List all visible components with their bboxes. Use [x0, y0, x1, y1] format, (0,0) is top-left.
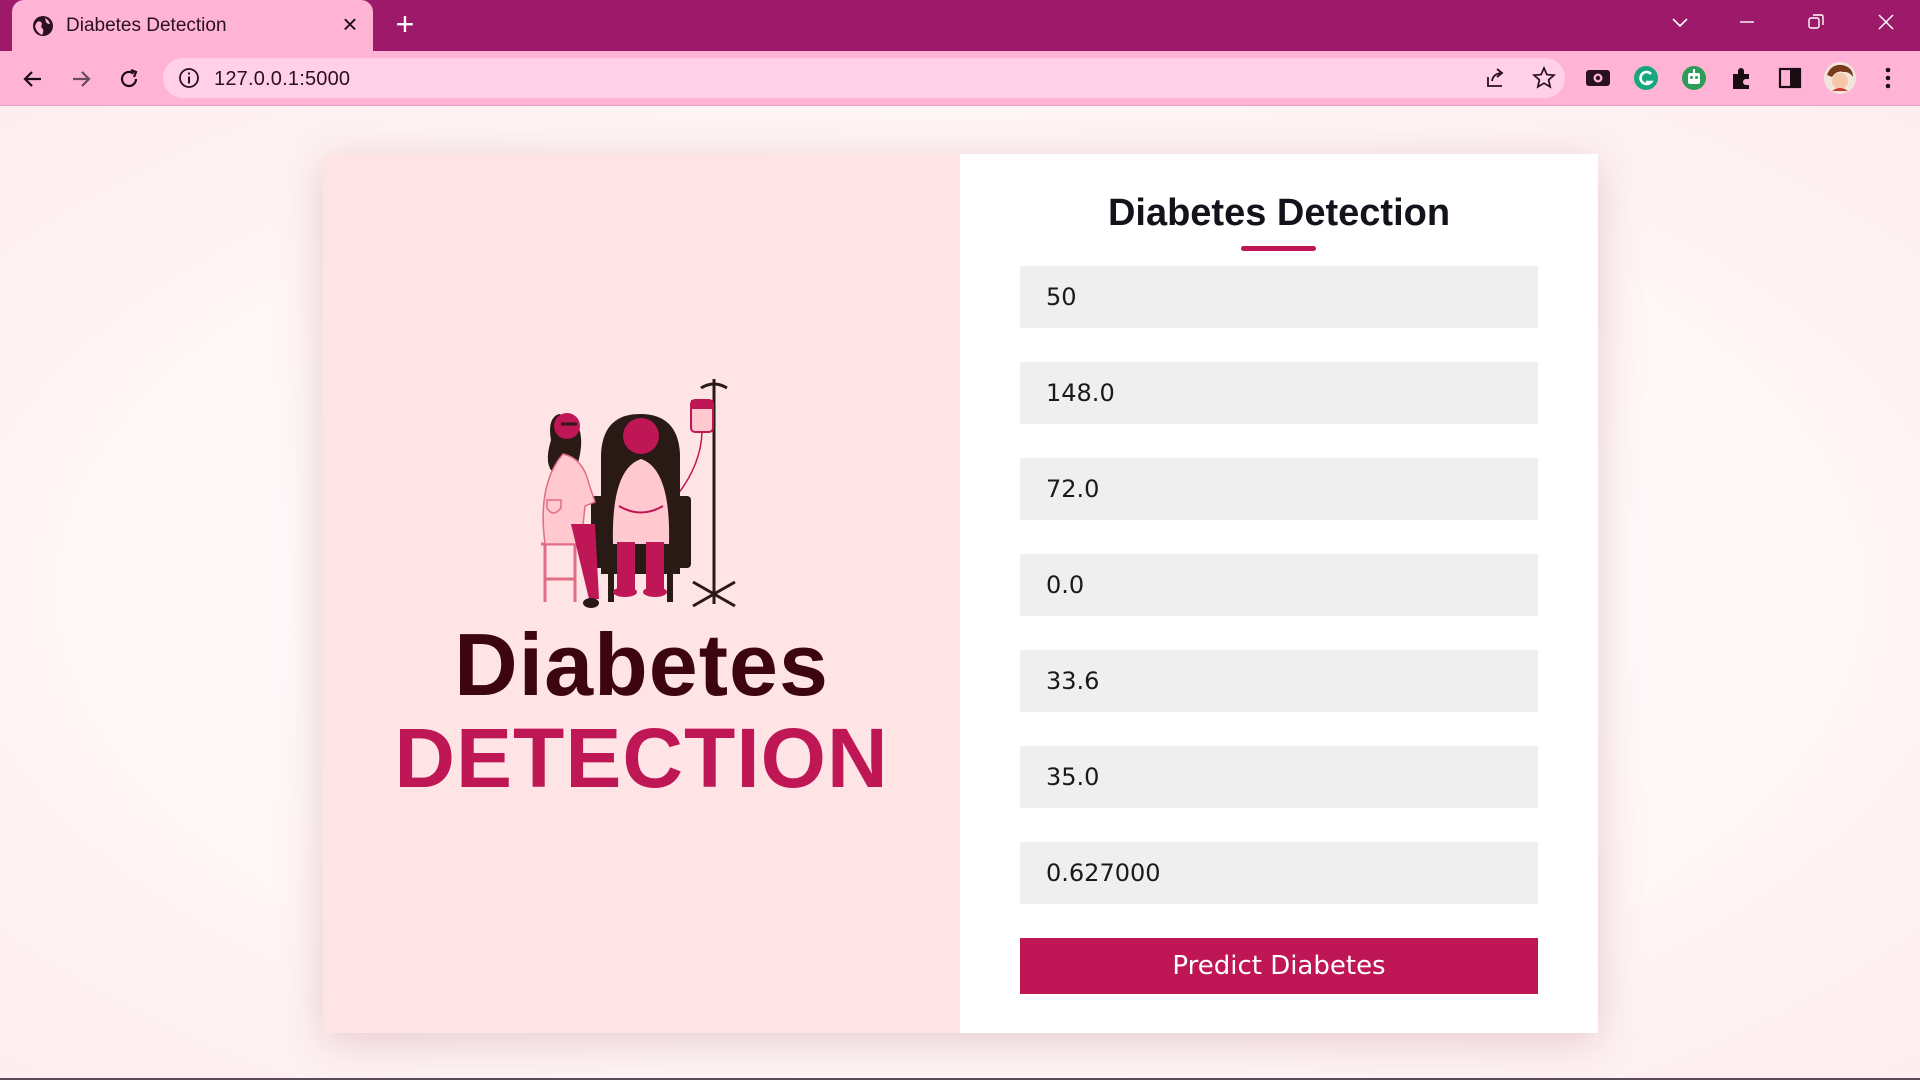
form-title: Diabetes Detection: [1107, 192, 1451, 234]
detection-card: Diabetes DETECTION Diabetes Detection Pr…: [323, 154, 1598, 1033]
window-close-icon[interactable]: [1866, 8, 1906, 38]
address-bar[interactable]: 127.0.0.1:5000: [163, 58, 1565, 98]
profile-avatar[interactable]: [1823, 61, 1857, 95]
input-field-5[interactable]: [1020, 650, 1538, 712]
tab-search-icon[interactable]: [1660, 8, 1700, 38]
globe-icon: [33, 16, 53, 36]
tab-title: Diabetes Detection: [66, 15, 227, 36]
hero-title-diabetes: Diabetes: [454, 615, 829, 714]
title-underline: [1241, 246, 1316, 251]
tab-strip: Diabetes Detection × +: [0, 0, 1920, 51]
input-field-3[interactable]: [1020, 458, 1538, 520]
share-icon[interactable]: [1483, 65, 1509, 91]
url-text[interactable]: 127.0.0.1:5000: [214, 68, 350, 91]
input-field-7[interactable]: [1020, 842, 1538, 904]
reload-icon[interactable]: [111, 61, 147, 97]
grammarly-icon[interactable]: [1631, 63, 1661, 93]
puzzle-icon[interactable]: [1727, 63, 1757, 93]
side-panel-icon[interactable]: [1775, 63, 1805, 93]
hero-title-detection: DETECTION: [394, 711, 889, 805]
predict-diabetes-button[interactable]: Predict Diabetes: [1020, 938, 1538, 994]
robot-extension-icon[interactable]: [1679, 63, 1709, 93]
tab-close-icon[interactable]: ×: [337, 11, 363, 38]
star-icon[interactable]: [1531, 65, 1557, 91]
input-field-2[interactable]: [1020, 362, 1538, 424]
minimize-icon[interactable]: [1727, 8, 1767, 38]
input-field-1[interactable]: [1020, 266, 1538, 328]
info-icon[interactable]: [178, 67, 200, 89]
kebab-menu-icon[interactable]: [1873, 63, 1903, 93]
back-arrow-icon[interactable]: [15, 61, 51, 97]
forward-arrow-icon[interactable]: [63, 61, 99, 97]
hero-panel: Diabetes DETECTION: [323, 154, 960, 1033]
restore-icon[interactable]: [1796, 8, 1836, 38]
input-field-4[interactable]: [1020, 554, 1538, 616]
new-tab-button[interactable]: +: [390, 8, 420, 40]
input-field-6[interactable]: [1020, 746, 1538, 808]
screen-capture-extension-icon[interactable]: [1583, 63, 1613, 93]
doctor-patient-illustration: [541, 379, 736, 608]
tab-diabetes-detection[interactable]: Diabetes Detection ×: [12, 0, 373, 51]
